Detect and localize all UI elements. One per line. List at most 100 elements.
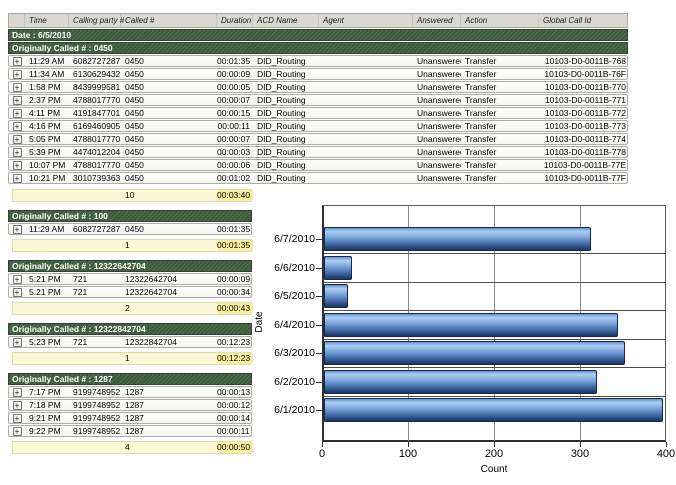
cell-duration: 00:00:34 — [217, 287, 251, 297]
cell-acd: DID_Routing — [253, 56, 319, 66]
expand-plus-icon[interactable]: + — [13, 225, 22, 234]
cell-answered: Unanswered — [413, 69, 461, 79]
expand-plus-icon[interactable]: + — [13, 96, 22, 105]
expand-plus-icon[interactable]: + — [13, 275, 22, 284]
cell-action: Transfer — [461, 160, 539, 170]
expand-cell: + — [9, 337, 25, 347]
cell-acd: DID_Routing — [253, 82, 319, 92]
header-calling-party[interactable]: Calling party # — [69, 14, 121, 27]
group-summary-row: 200:00:43 — [12, 302, 252, 315]
expand-cell: + — [9, 95, 25, 105]
cell-calling: 3010739363 — [69, 173, 121, 183]
expand-cell: + — [9, 400, 25, 410]
cell-duration: 00:00:09 — [217, 274, 251, 284]
cell-agent — [319, 134, 413, 144]
header-global-call-id[interactable]: Global Call Id — [539, 14, 629, 27]
expand-plus-icon[interactable]: + — [13, 109, 22, 118]
expand-cell: + — [9, 108, 25, 118]
table-row: +5:05 PM4788017770045000:00:07DID_Routin… — [8, 133, 628, 145]
cell-called: 0450 — [121, 173, 217, 183]
cell-agent — [319, 56, 413, 66]
cell-acd: DID_Routing — [253, 95, 319, 105]
expand-plus-icon[interactable]: + — [13, 427, 22, 436]
cell-answered: Unanswered — [413, 108, 461, 118]
cell-calling: 9199748952 — [69, 387, 121, 397]
cell-acd: DID_Routing — [253, 160, 319, 170]
chart-xtick-label: 400 — [646, 448, 676, 460]
header-called[interactable]: Called # — [121, 14, 217, 27]
cell-called: 12322642704 — [121, 274, 217, 284]
expand-plus-icon[interactable]: + — [13, 83, 22, 92]
expand-plus-icon[interactable]: + — [13, 122, 22, 131]
cell-duration: 00:01:02 — [217, 173, 253, 183]
summary-total-duration: 00:12:23 — [217, 353, 253, 364]
table-row: +2:37 PM4788017770045000:00:07DID_Routin… — [8, 94, 628, 106]
expand-plus-icon[interactable]: + — [13, 148, 22, 157]
cell-called: 0450 — [121, 69, 217, 79]
expand-plus-icon[interactable]: + — [13, 57, 22, 66]
cell-called: 0450 — [121, 147, 217, 157]
expand-cell: + — [9, 224, 25, 234]
expand-plus-icon[interactable]: + — [13, 288, 22, 297]
cell-called: 0450 — [121, 134, 217, 144]
header-acd-name[interactable]: ACD Name — [253, 14, 319, 27]
expand-plus-icon[interactable]: + — [13, 174, 22, 183]
table-row: +7:17 PM9199748952128700:00:13 — [8, 386, 252, 398]
summary-spacer — [13, 240, 25, 251]
table-row: +10:07 PM4788017770045000:00:06DID_Routi… — [8, 159, 628, 171]
cell-called: 1287 — [121, 413, 217, 423]
summary-spacer — [69, 190, 121, 201]
summary-spacer — [69, 442, 121, 453]
cell-time: 10:21 PM — [25, 173, 69, 183]
table-row: +10:21 PM3010739363045000:01:02DID_Routi… — [8, 172, 628, 184]
cell-global_id: 10103-D0-0011B-77E — [539, 160, 629, 170]
header-action[interactable]: Action — [461, 14, 539, 27]
report-section: Originally Called # : 0450+11:29 AM60827… — [8, 42, 628, 202]
table-row: +4:11 PM4191847701045000:00:15DID_Routin… — [8, 107, 628, 119]
summary-spacer — [69, 353, 121, 364]
cell-time: 5:21 PM — [25, 274, 69, 284]
summary-spacer — [25, 240, 69, 251]
call-report-table: Time Calling party # Called # Duration A… — [8, 13, 628, 454]
expand-cell: + — [9, 147, 25, 157]
report-section: Originally Called # : 100+11:29 AM608272… — [8, 210, 252, 252]
table-row: +5:23 PM7211232284270400:12:23 — [8, 336, 252, 348]
expand-cell: + — [9, 426, 25, 436]
cell-action: Transfer — [461, 147, 539, 157]
expand-plus-icon[interactable]: + — [13, 401, 22, 410]
table-row: +11:29 AM6082727287045000:01:35 — [8, 223, 252, 235]
cell-time: 4:11 PM — [25, 108, 69, 118]
cell-time: 5:21 PM — [25, 287, 69, 297]
group-summary-row: 100:12:23 — [12, 352, 252, 365]
summary-call-count: 2 — [121, 303, 217, 314]
header-time[interactable]: Time — [25, 14, 69, 27]
header-duration[interactable]: Duration — [217, 14, 253, 27]
cell-acd: DID_Routing — [253, 69, 319, 79]
cell-calling: 721 — [69, 287, 121, 297]
cell-calling: 8439999581 — [69, 82, 121, 92]
cell-time: 10:07 PM — [25, 160, 69, 170]
table-row: +1:58 PM8439999581045000:00:05DID_Routin… — [8, 81, 628, 93]
summary-spacer — [69, 303, 121, 314]
cell-time: 1:58 PM — [25, 82, 69, 92]
cell-answered: Unanswered — [413, 147, 461, 157]
expand-plus-icon[interactable]: + — [13, 70, 22, 79]
header-expand-col — [9, 14, 25, 27]
summary-spacer — [13, 303, 25, 314]
expand-plus-icon[interactable]: + — [13, 414, 22, 423]
header-agent[interactable]: Agent — [319, 14, 413, 27]
cell-answered: Unanswered — [413, 121, 461, 131]
report-section: Originally Called # : 12322842704+5:23 P… — [8, 323, 252, 365]
header-answered[interactable]: Answered — [413, 14, 461, 27]
cell-acd: DID_Routing — [253, 121, 319, 131]
summary-spacer — [13, 190, 25, 201]
expand-plus-icon[interactable]: + — [13, 161, 22, 170]
expand-plus-icon[interactable]: + — [13, 388, 22, 397]
cell-called: 0450 — [121, 95, 217, 105]
cell-called: 1287 — [121, 400, 217, 410]
expand-plus-icon[interactable]: + — [13, 338, 22, 347]
cell-calling: 4788017770 — [69, 160, 121, 170]
cell-called: 12322842704 — [121, 337, 217, 347]
expand-plus-icon[interactable]: + — [13, 135, 22, 144]
cell-acd: DID_Routing — [253, 134, 319, 144]
